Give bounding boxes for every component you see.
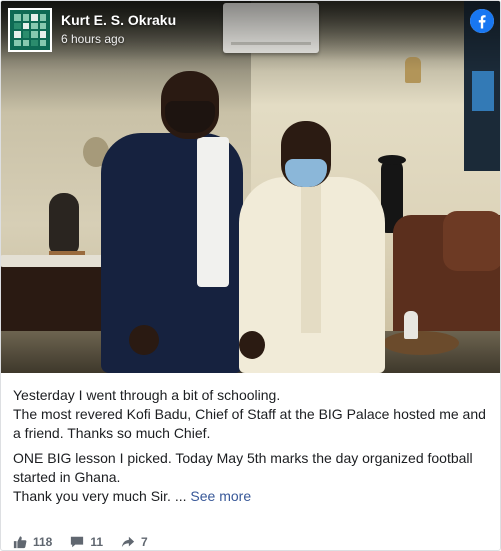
side-table (383, 331, 459, 355)
share-count[interactable]: 7 (121, 535, 148, 549)
comment-icon (71, 536, 84, 548)
post-engagement-bar: 118 11 7 (13, 533, 166, 550)
person-right-hand (239, 331, 265, 359)
post-caption: Yesterday I went through a bit of school… (13, 386, 493, 506)
wooden-mask-sculpture (49, 193, 79, 255)
like-count[interactable]: 118 (13, 535, 52, 549)
see-more-link[interactable]: See more (190, 488, 251, 504)
thumbs-up-icon (13, 536, 27, 549)
author-avatar[interactable] (8, 8, 52, 52)
facebook-icon[interactable] (470, 9, 494, 33)
person-left-hand (129, 325, 159, 355)
author-name[interactable]: Kurt E. S. Okraku (61, 11, 176, 29)
caption-line-2: The most revered Kofi Badu, Chief of Sta… (13, 406, 486, 441)
comment-count[interactable]: 11 (70, 535, 103, 549)
share-count-value: 7 (141, 535, 148, 549)
avatar-pattern (14, 14, 46, 46)
white-figurine (404, 311, 418, 339)
caption-line-4: Thank you very much Sir. ... See more (13, 487, 493, 506)
caption-line-3: ONE BIG lesson I picked. Today May 5th m… (13, 450, 473, 485)
post-photo[interactable]: Kurt E. S. Okraku 6 hours ago (1, 1, 500, 373)
share-arrow-icon (121, 536, 135, 548)
facebook-post-card: Kurt E. S. Okraku 6 hours ago Yesterday … (0, 0, 501, 551)
comment-count-value: 11 (90, 535, 104, 549)
like-count-value: 118 (33, 535, 53, 549)
person-left-face-mask (165, 101, 215, 133)
caption-line-1: Yesterday I went through a bit of school… (13, 387, 281, 403)
person-left-shirt (197, 137, 229, 287)
caption-line-4-text: Thank you very much Sir. ... (13, 488, 187, 504)
post-timestamp[interactable]: 6 hours ago (61, 31, 124, 47)
